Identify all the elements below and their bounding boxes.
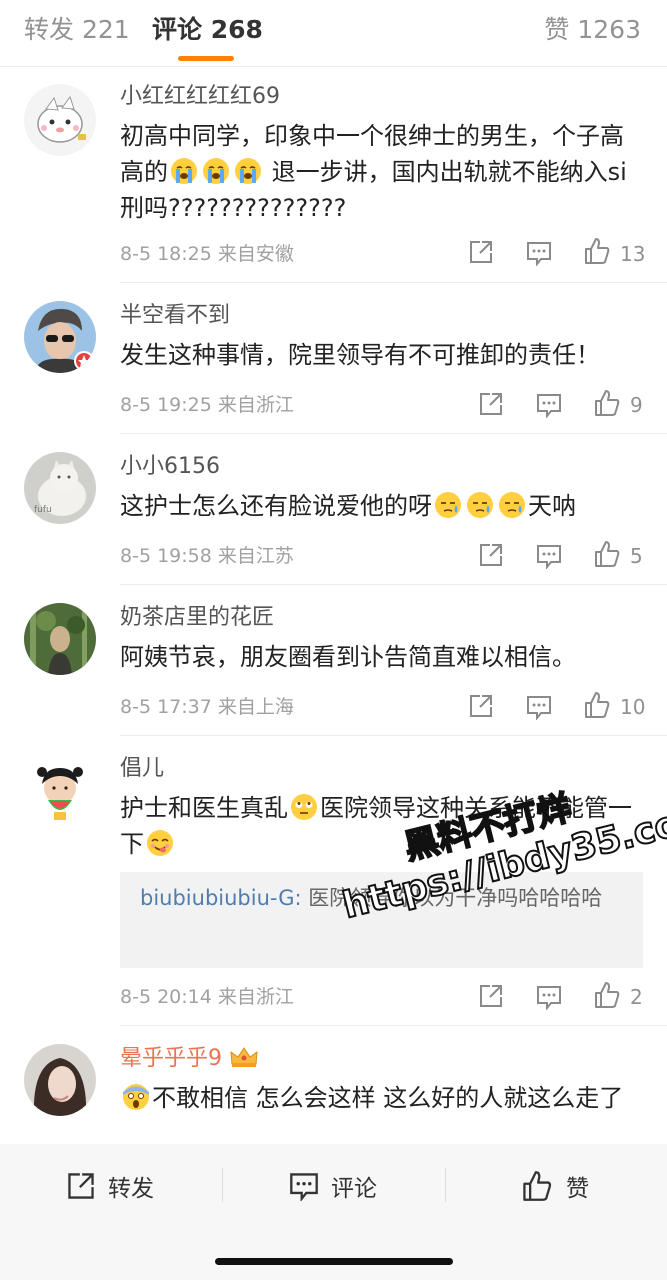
repost-icon[interactable] (478, 983, 504, 1013)
like-button[interactable]: 赞 (522, 1166, 589, 1206)
comment-icon (289, 1171, 319, 1201)
comment-text: 阿姨节哀，朋友圈看到讣告简直难以相信。 (120, 643, 576, 671)
comment-username[interactable]: 晕乎乎乎9 (120, 1044, 259, 1074)
like-count: 10 (620, 695, 646, 719)
like-count: 13 (620, 242, 646, 266)
comment-username[interactable]: 小小6156 (120, 452, 220, 482)
comment-text: 初高中同学，印象中一个很绅士的男生，个子高高的 退一步讲，国内出轨就不能纳入si… (120, 122, 627, 222)
like-icon[interactable] (594, 981, 620, 1011)
eyeroll-emoji-icon (288, 794, 320, 822)
repost-icon[interactable] (478, 391, 504, 421)
comment-icon[interactable] (536, 543, 562, 573)
comment-meta: 8-5 19:25 来自浙江 (120, 394, 294, 416)
reply-box[interactable]: biubiubiubiu-G: 医院领导你以为干净吗哈哈哈哈 (120, 872, 643, 968)
repost-icon[interactable] (468, 693, 494, 723)
divider (445, 1168, 446, 1202)
like-icon[interactable] (584, 691, 610, 721)
comment-item: 半空看不到 发生这种事情，院里领导有不可推卸的责任！ 8-5 19:25 来自浙… (0, 283, 667, 434)
crying-emoji-icon (168, 158, 264, 186)
sweat-emoji-icon (432, 492, 528, 520)
comment-text: 这护士怎么还有脸说爱他的呀 天呐 (120, 492, 576, 520)
scream-emoji-icon (120, 1084, 152, 1112)
reply-username[interactable]: biubiubiubiu-G: (140, 886, 302, 910)
avatar[interactable] (24, 754, 96, 826)
like-count: 2 (630, 985, 643, 1009)
tab-comment[interactable]: 评论 268 (152, 14, 263, 46)
comment-icon[interactable] (526, 694, 552, 724)
comment-username[interactable]: 半空看不到 (120, 301, 230, 331)
tab-repost[interactable]: 转发 221 (24, 14, 130, 46)
repost-icon[interactable] (478, 542, 504, 572)
comment-meta: 8-5 20:14 来自浙江 (120, 986, 294, 1008)
comment-tabs: 转发 221 评论 268 赞 1263 (0, 0, 667, 67)
comment-meta: 8-5 17:37 来自上海 (120, 696, 294, 718)
repost-icon[interactable] (468, 239, 494, 269)
comment-username[interactable]: 倡儿 (120, 754, 164, 784)
comment-item: 晕乎乎乎9 不敢相信 怎么会这样 这么好的人就这么走了 (0, 1026, 667, 1144)
comment-text: 护士和医生真乱 医院领导这种关系能不能管一下 (120, 794, 632, 858)
comment-item: fufu 小小6156 这护士怎么还有脸说爱他的呀 天呐 8-5 19:58 来自… (0, 434, 667, 585)
repost-icon (66, 1171, 96, 1201)
like-icon (522, 1170, 552, 1202)
avatar[interactable] (24, 1044, 96, 1116)
comment-item: 倡儿 护士和医生真乱 医院领导这种关系能不能管一下 biubiubiubiu-G:… (0, 736, 667, 1026)
active-tab-indicator (178, 56, 234, 61)
like-icon[interactable] (594, 540, 620, 570)
svg-text:fufu: fufu (34, 505, 52, 515)
comment-username[interactable]: 小红红红红红69 (120, 82, 280, 112)
like-icon[interactable] (584, 237, 610, 267)
like-count: 9 (630, 393, 643, 417)
comment-meta: 8-5 18:25 来自安徽 (120, 243, 294, 265)
comment-meta: 8-5 19:58 来自江苏 (120, 545, 294, 567)
home-indicator[interactable] (215, 1258, 453, 1265)
vip-crown-icon (229, 1046, 259, 1071)
comment-item: 小红红红红红69 初高中同学，印象中一个很绅士的男生，个子高高的 退一步讲，国内… (0, 67, 667, 283)
avatar[interactable] (24, 84, 96, 156)
comment-icon[interactable] (526, 240, 552, 270)
comment-icon[interactable] (536, 984, 562, 1014)
yummy-emoji-icon (144, 830, 176, 858)
comment-text: 发生这种事情，院里领导有不可推卸的责任！ (120, 341, 600, 369)
comment-username[interactable]: 奶茶店里的花匠 (120, 603, 274, 633)
repost-button[interactable]: 转发 (66, 1166, 154, 1206)
comment-item: 奶茶店里的花匠 阿姨节哀，朋友圈看到讣告简直难以相信。 8-5 17:37 来自… (0, 585, 667, 736)
avatar[interactable]: fufu (24, 452, 96, 524)
avatar[interactable] (24, 301, 96, 373)
comment-button[interactable]: 评论 (289, 1166, 377, 1206)
like-count: 5 (630, 544, 643, 568)
reply-text: 医院领导你以为干净吗哈哈哈哈 (301, 886, 603, 910)
divider (222, 1168, 223, 1202)
comment-icon[interactable] (536, 392, 562, 422)
comment-text: 不敢相信 怎么会这样 这么好的人就这么走了 (120, 1080, 640, 1116)
avatar[interactable] (24, 603, 96, 675)
tab-like[interactable]: 赞 1263 (544, 14, 641, 46)
like-icon[interactable] (594, 389, 620, 419)
